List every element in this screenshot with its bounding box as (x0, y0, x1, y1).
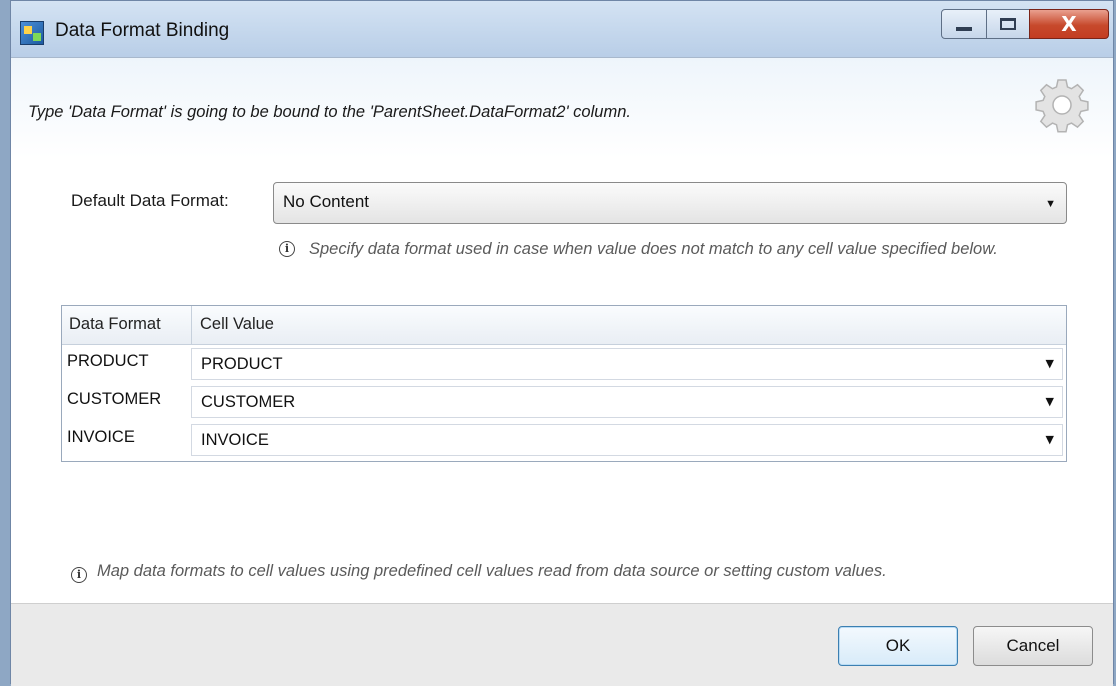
window-title: Data Format Binding (55, 20, 230, 41)
column-divider (191, 306, 192, 344)
column-header-cell-value[interactable]: Cell Value (200, 315, 274, 334)
header-band: Type 'Data Format' is going to be bound … (11, 58, 1113, 158)
cell-value-select[interactable]: INVOICE ▼ (191, 424, 1063, 456)
default-format-label: Default Data Format: (71, 191, 229, 210)
row-format-label: PRODUCT (67, 352, 149, 370)
cell-value: INVOICE (201, 431, 269, 449)
row-format-label: INVOICE (67, 428, 135, 446)
button-bar: OK Cancel (11, 603, 1113, 686)
minimize-icon (956, 27, 972, 31)
table-row: PRODUCT PRODUCT ▼ (62, 344, 1066, 382)
info-icon: i (71, 567, 87, 583)
default-format-value: No Content (283, 192, 369, 211)
cancel-button[interactable]: Cancel (973, 626, 1093, 666)
maximize-icon (1000, 18, 1016, 30)
info-icon: i (279, 241, 295, 257)
cell-value-select[interactable]: PRODUCT ▼ (191, 348, 1063, 380)
close-button[interactable]: X (1029, 9, 1109, 39)
close-icon: X (1061, 12, 1077, 36)
minimize-button[interactable] (941, 9, 987, 39)
cell-value: CUSTOMER (201, 393, 296, 411)
column-header-data-format[interactable]: Data Format (69, 315, 161, 334)
dropdown-arrow-icon: ▼ (1045, 433, 1054, 446)
dialog-content: Type 'Data Format' is going to be bound … (11, 57, 1113, 603)
footer-hint-text: Map data formats to cell values using pr… (97, 562, 887, 580)
gear-icon (1035, 79, 1089, 133)
app-icon (20, 21, 44, 45)
default-format-select[interactable]: No Content ▼ (273, 182, 1067, 224)
format-mapping-grid: Data Format Cell Value PRODUCT PRODUCT ▼… (61, 305, 1067, 462)
title-bar[interactable]: Data Format Binding X (11, 1, 1113, 57)
grid-header: Data Format Cell Value (62, 306, 1066, 345)
default-format-hint: Specify data format used in case when va… (309, 240, 998, 258)
table-row: CUSTOMER CUSTOMER ▼ (62, 382, 1066, 420)
cell-value: PRODUCT (201, 355, 283, 373)
dropdown-arrow-icon: ▼ (1045, 395, 1054, 408)
maximize-button[interactable] (986, 9, 1030, 39)
header-description: Type 'Data Format' is going to be bound … (28, 103, 631, 121)
dropdown-arrow-icon: ▼ (1045, 198, 1056, 210)
dialog-window: Data Format Binding X Type 'Data Format'… (10, 0, 1114, 686)
row-format-label: CUSTOMER (67, 390, 162, 408)
dropdown-arrow-icon: ▼ (1045, 357, 1054, 370)
cell-value-select[interactable]: CUSTOMER ▼ (191, 386, 1063, 418)
footer-hint: i Map data formats to cell values using p… (71, 562, 887, 583)
table-row: INVOICE INVOICE ▼ (62, 420, 1066, 458)
ok-button[interactable]: OK (838, 626, 958, 666)
